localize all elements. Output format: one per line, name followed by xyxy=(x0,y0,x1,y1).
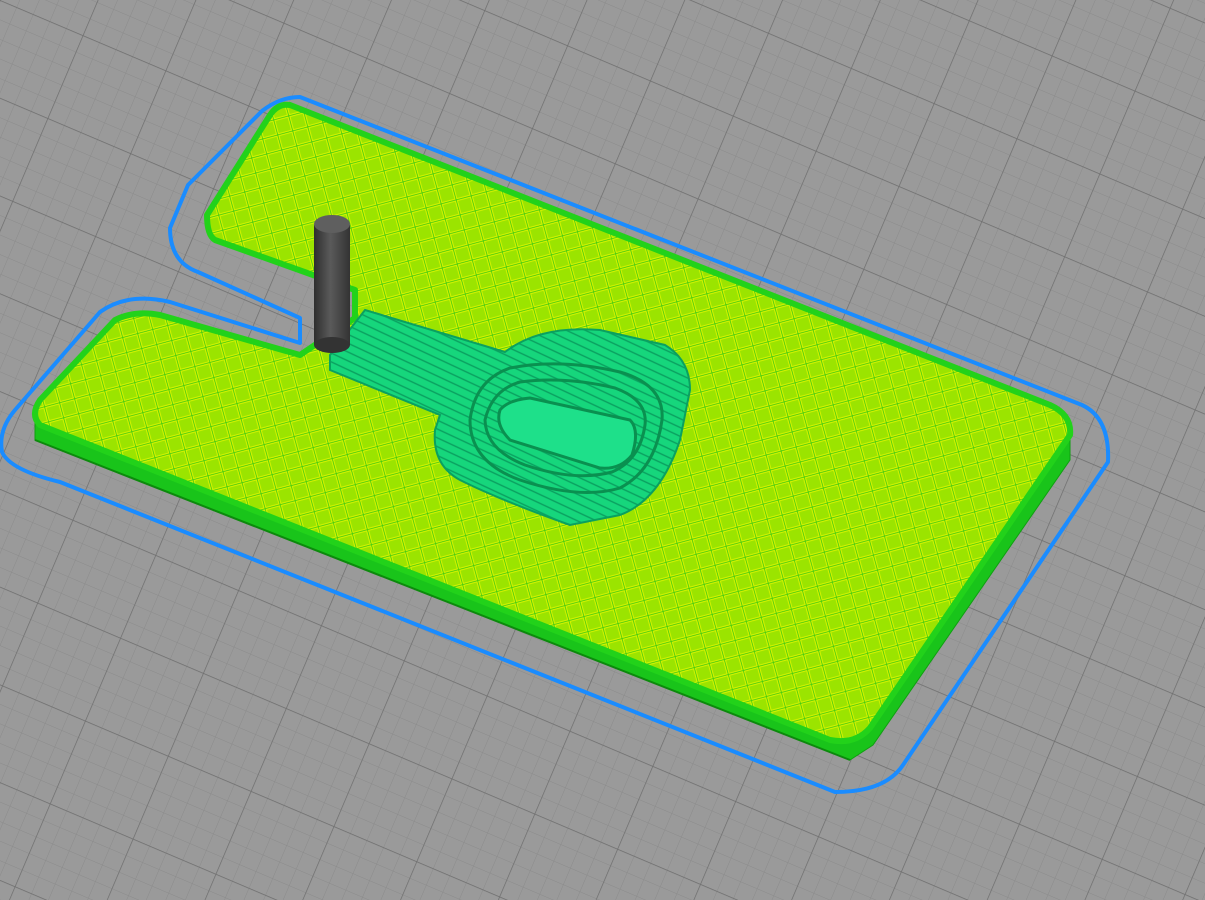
cylinder-pin xyxy=(314,215,350,353)
3d-print-preview-viewport[interactable] xyxy=(0,0,1205,900)
